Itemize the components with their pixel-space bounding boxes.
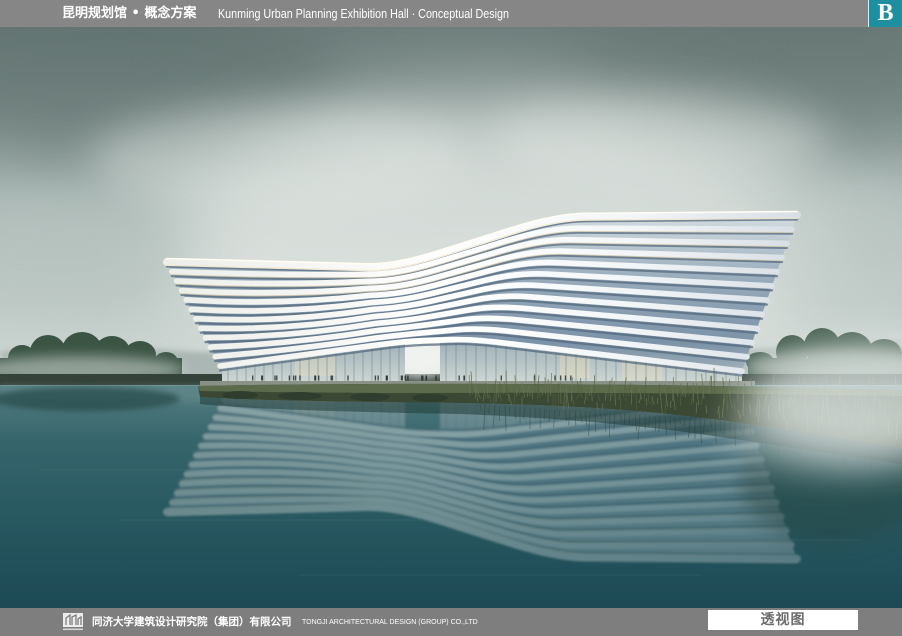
reed-reflection [669,416,671,425]
pedestrian [294,375,297,381]
pedestrian [425,375,427,381]
view-label-box: 透视图 [708,610,858,630]
pedestrian [458,375,460,381]
pedestrian [435,375,437,381]
pedestrian [570,375,572,381]
project-title-en: Kunming Urban Planning Exhibition Hall ·… [218,7,510,21]
pedestrian [292,375,295,381]
company-name-cn: 同济大学建筑设计研究院（集团）有限公司 [92,616,292,628]
pedestrian [276,375,278,381]
pedestrian [386,375,388,381]
pedestrian [404,375,406,381]
sheet-badge: B [868,0,902,27]
pedestrian [559,375,562,381]
pedestrian [564,375,567,381]
pedestrian [330,375,332,381]
pedestrian [421,375,423,381]
footer-bar: 同济大学建筑设计研究院（集团）有限公司 TONGJI ARCHITECTURAL… [0,608,902,636]
pedestrian [331,375,334,381]
pedestrian [274,375,276,381]
pedestrian [288,375,291,381]
reed [503,381,505,395]
rendering-canvas [0,27,902,608]
pedestrian [554,375,556,381]
pedestrian [318,375,320,381]
pedestrian [500,375,502,381]
pedestrian [347,375,349,381]
pedestrian [261,375,263,381]
sheet-badge-letter: B [877,0,894,26]
company-name-en: TONGJI ARCHITECTURAL DESIGN (GROUP) CO.,… [302,619,478,626]
view-label: 透视图 [760,612,806,628]
pedestrian [374,375,377,381]
pedestrian [252,375,254,381]
tongji-logo-icon [63,613,83,631]
pedestrian [299,375,301,381]
pedestrian [314,375,316,381]
pedestrian [407,375,409,381]
header-bar: 昆明规划馆 • 概念方案 Kunming Urban Planning Exhi… [0,0,902,27]
pedestrian [463,375,465,381]
project-title-cn: 昆明规划馆 • 概念方案 [62,6,197,21]
reed-reflection [514,406,516,419]
pedestrian [377,375,379,381]
pedestrian [400,375,403,381]
perspective-rendering [0,0,902,636]
